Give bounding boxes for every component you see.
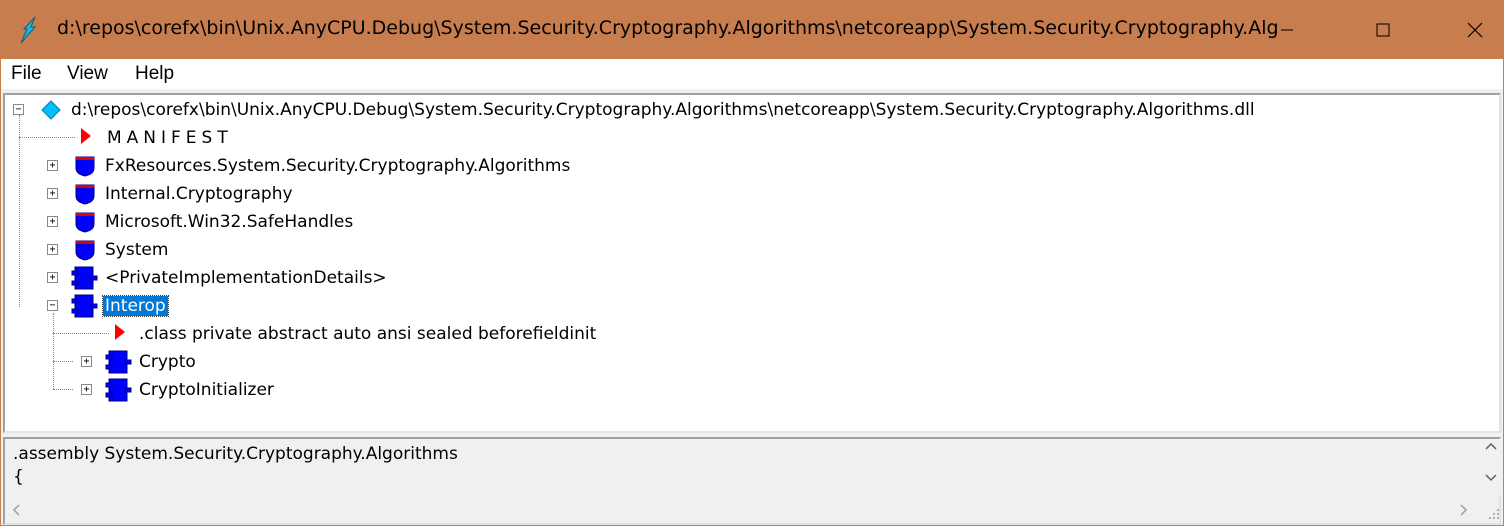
ildasm-app-icon bbox=[20, 16, 37, 44]
tree-item-label: System bbox=[105, 240, 169, 260]
scroll-down-icon[interactable] bbox=[1485, 471, 1497, 487]
window-title: d:\repos\corefx\bin\Unix.AnyCPU.Debug\Sy… bbox=[57, 17, 1277, 39]
maximize-button[interactable] bbox=[1337, 1, 1429, 59]
collapse-toggle-root[interactable]: − bbox=[13, 104, 24, 115]
tree-item-root[interactable]: d:\repos\corefx\bin\Unix.AnyCPU.Debug\Sy… bbox=[69, 96, 1257, 124]
minimize-icon bbox=[1281, 29, 1293, 31]
expand-toggle[interactable]: + bbox=[47, 244, 58, 255]
tree-connector bbox=[53, 333, 109, 334]
resize-grip-icon[interactable] bbox=[1483, 501, 1501, 521]
expand-toggle[interactable]: + bbox=[47, 272, 58, 283]
tree-item-class[interactable]: <PrivateImplementationDetails> bbox=[103, 264, 389, 292]
tree-item-crypto-initializer[interactable]: CryptoInitializer bbox=[137, 376, 276, 404]
tree-connector bbox=[53, 313, 54, 389]
tree-item-label: FxResources.System.Security.Cryptography… bbox=[105, 156, 571, 176]
tree-connector bbox=[53, 389, 73, 390]
class-icon bbox=[105, 350, 132, 374]
tree-item-label: CryptoInitializer bbox=[139, 380, 274, 400]
tree-item-label: d:\repos\corefx\bin\Unix.AnyCPU.Debug\Sy… bbox=[71, 100, 1255, 120]
title-bar[interactable]: d:\repos\corefx\bin\Unix.AnyCPU.Debug\Sy… bbox=[1, 1, 1503, 59]
details-text: .assembly System.Security.Cryptography.A… bbox=[13, 444, 458, 487]
tree-connector bbox=[19, 137, 75, 138]
expand-toggle[interactable]: + bbox=[81, 384, 92, 395]
expand-toggle[interactable]: + bbox=[47, 160, 58, 171]
manifest-icon bbox=[81, 128, 91, 144]
tree-connector bbox=[19, 115, 20, 307]
tree-item-label-selected: Interop bbox=[102, 295, 169, 317]
namespace-icon bbox=[75, 156, 95, 177]
namespace-icon bbox=[75, 240, 95, 261]
vertical-scrollbar[interactable] bbox=[1481, 439, 1501, 495]
ildasm-window: d:\repos\corefx\bin\Unix.AnyCPU.Debug\Sy… bbox=[0, 0, 1504, 526]
tree-item-namespace[interactable]: Internal.Cryptography bbox=[103, 180, 295, 208]
tree-item-class-declaration[interactable]: .class private abstract auto ansi sealed… bbox=[137, 320, 598, 348]
close-button[interactable] bbox=[1429, 1, 1504, 59]
horizontal-scrollbar[interactable] bbox=[5, 499, 1481, 523]
tree-item-namespace[interactable]: FxResources.System.Security.Cryptography… bbox=[103, 152, 572, 180]
menu-view[interactable]: View bbox=[67, 63, 108, 85]
details-pane[interactable]: .assembly System.Security.Cryptography.A… bbox=[3, 437, 1501, 525]
close-icon bbox=[1467, 22, 1483, 38]
minimize-button[interactable] bbox=[1241, 1, 1333, 59]
class-icon bbox=[71, 294, 98, 318]
collapse-toggle[interactable]: − bbox=[47, 300, 58, 311]
tree-item-label: Microsoft.Win32.SafeHandles bbox=[105, 212, 354, 232]
namespace-icon bbox=[75, 212, 95, 233]
tree-item-namespace[interactable]: Microsoft.Win32.SafeHandles bbox=[103, 208, 355, 236]
class-icon bbox=[105, 378, 132, 402]
assembly-icon bbox=[41, 100, 61, 120]
tree-item-label: <PrivateImplementationDetails> bbox=[105, 268, 387, 288]
tree-view[interactable]: − d:\repos\corefx\bin\Unix.AnyCPU.Debug\… bbox=[3, 93, 1501, 433]
maximize-icon bbox=[1376, 23, 1390, 37]
expand-toggle[interactable]: + bbox=[47, 216, 58, 227]
class-declaration-icon bbox=[115, 324, 125, 340]
tree-item-crypto[interactable]: Crypto bbox=[137, 348, 198, 376]
tree-item-manifest[interactable]: MANIFEST bbox=[105, 124, 235, 152]
tree-item-label: Crypto bbox=[139, 352, 196, 372]
tree-item-interop[interactable]: Interop bbox=[102, 292, 169, 320]
scroll-up-icon[interactable] bbox=[1485, 441, 1497, 457]
tree-item-label: MANIFEST bbox=[107, 128, 233, 148]
namespace-icon bbox=[75, 184, 95, 205]
expand-toggle[interactable]: + bbox=[47, 188, 58, 199]
tree-item-namespace[interactable]: System bbox=[103, 236, 170, 264]
scroll-left-icon[interactable] bbox=[11, 504, 23, 520]
tree-connector bbox=[53, 361, 73, 362]
tree-item-label: Internal.Cryptography bbox=[105, 184, 293, 204]
scroll-right-icon[interactable] bbox=[1457, 504, 1469, 520]
expand-toggle[interactable]: + bbox=[81, 356, 92, 367]
tree-item-label: .class private abstract auto ansi sealed… bbox=[139, 324, 597, 344]
menu-help[interactable]: Help bbox=[135, 63, 174, 85]
menu-bar: File View Help bbox=[1, 59, 1503, 89]
class-icon bbox=[71, 266, 98, 290]
menu-file[interactable]: File bbox=[11, 63, 42, 85]
